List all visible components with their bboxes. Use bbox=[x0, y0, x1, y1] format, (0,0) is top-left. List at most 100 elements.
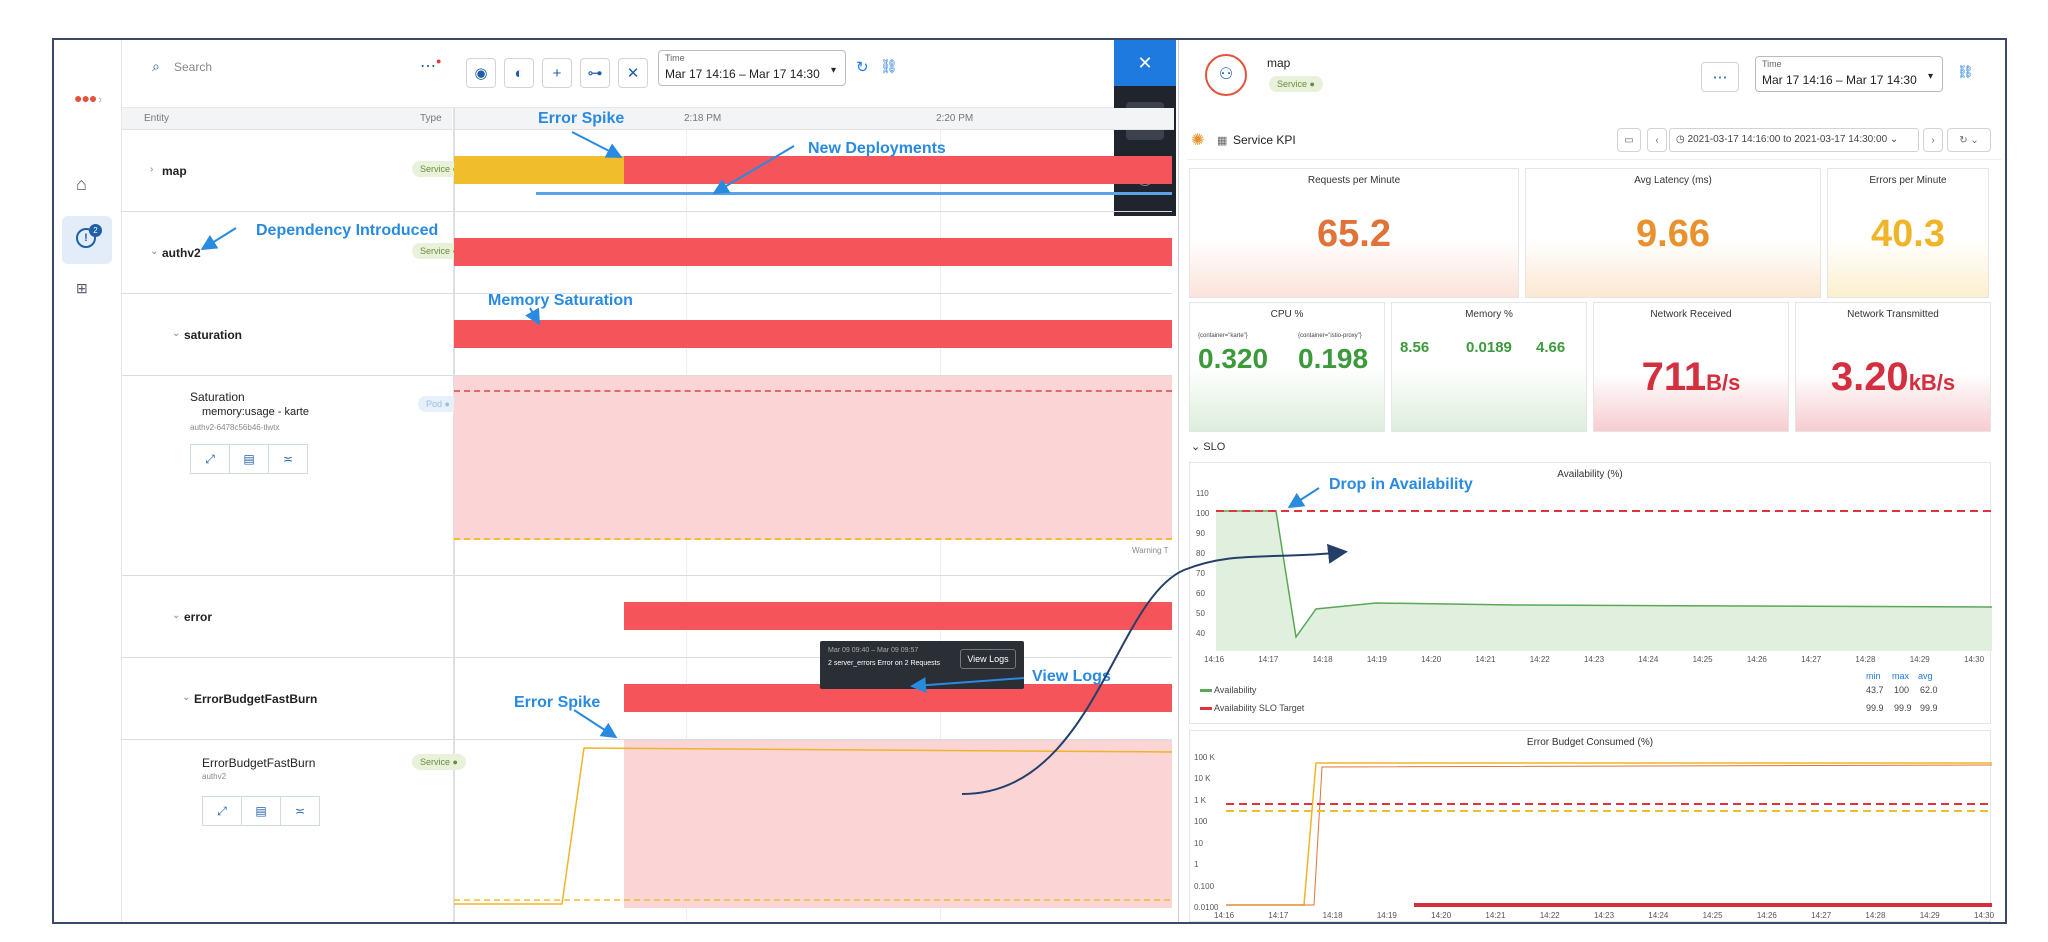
link-icon[interactable]: ⛓ bbox=[1957, 64, 1974, 80]
col-entity: Entity bbox=[144, 113, 170, 124]
panel-time-picker[interactable]: Time Mar 17 14:16 – Mar 17 14:30 ▾ bbox=[1755, 56, 1943, 92]
filter-icon[interactable]: ≍ bbox=[281, 797, 319, 825]
more-options-button[interactable]: ⋯ bbox=[1701, 62, 1739, 92]
axis-tick: 0.100 bbox=[1194, 881, 1215, 891]
dashboard-header: ✺ ▦ Service KPI ▭ ‹ ◷ 2021-03-17 14:16:0… bbox=[1187, 124, 2002, 160]
legend-item-slo-target[interactable]: Availability SLO Target 99.9 99.9 99.9 bbox=[1200, 703, 1980, 713]
deployment-line bbox=[536, 192, 1172, 195]
refresh-icon[interactable]: ↻ bbox=[856, 58, 869, 76]
axis-tick: 14:21 bbox=[1475, 655, 1496, 664]
status-bar-error[interactable] bbox=[454, 320, 1172, 348]
chevron-right-icon: › bbox=[1931, 134, 1935, 146]
add-button[interactable]: + bbox=[542, 58, 572, 88]
left-rail: ●●● › ⌂ ! 2 ⊞ bbox=[54, 40, 122, 922]
axis-tick: 14:27 bbox=[1801, 655, 1822, 664]
search-input[interactable]: Search bbox=[174, 60, 212, 74]
logo-icon[interactable]: ●●● › bbox=[74, 90, 102, 106]
logs-icon[interactable]: ▤ bbox=[242, 797, 281, 825]
stat-value: 4.66 bbox=[1536, 339, 1566, 356]
logs-icon[interactable]: ▤ bbox=[230, 445, 269, 473]
chevron-down-icon[interactable]: ⌄ bbox=[172, 610, 180, 621]
status-bar-error[interactable] bbox=[624, 156, 1172, 184]
annotation-new-deployments: New Deployments bbox=[808, 140, 946, 157]
entity-name: authv2 bbox=[162, 246, 201, 260]
table-row-map[interactable]: › map Service ● bbox=[122, 130, 1172, 212]
entity-name: saturation bbox=[184, 328, 243, 342]
contrast-button[interactable]: ◐ bbox=[504, 58, 534, 88]
filter-icon[interactable]: ≍ bbox=[269, 445, 307, 473]
detail-actions: ⤢ ▤ ≍ bbox=[202, 796, 320, 826]
search-icon: ⌕ bbox=[152, 58, 160, 74]
axis-tick: 14:25 bbox=[1702, 911, 1723, 920]
app-window: ●●● › ⌂ ! 2 ⊞ ⌕ Search ⋯● ◉ ◐ + ⊶ ✕ Time… bbox=[52, 38, 2007, 924]
annotation-view-logs: View Logs bbox=[1032, 668, 1111, 685]
expand-icon[interactable]: ⤢ bbox=[203, 797, 242, 825]
time-picker[interactable]: Time Mar 17 14:16 – Mar 17 14:30 ▾ bbox=[658, 50, 846, 86]
next-range-button[interactable]: › bbox=[1923, 128, 1943, 152]
alerts-nav-item[interactable]: ! 2 bbox=[62, 216, 112, 264]
axis-tick: 14:26 bbox=[1746, 655, 1767, 664]
error-budget-chart[interactable]: Error Budget Consumed (%) 100 K 10 K1 K 10… bbox=[1189, 730, 1994, 922]
stat-unit: B/s bbox=[1706, 370, 1741, 395]
legend-swatch bbox=[1200, 689, 1212, 693]
stat-card-net-tx[interactable]: Network Transmitted 3.20kB/s bbox=[1795, 302, 1991, 432]
table-row-saturation[interactable]: ⌄ saturation bbox=[122, 294, 1172, 376]
stat-card-memory[interactable]: Memory % 8.56 0.0189 4.66 bbox=[1391, 302, 1587, 432]
stat-card-epm[interactable]: Errors per Minute 40.3 bbox=[1827, 168, 1989, 298]
prev-range-button[interactable]: ‹ bbox=[1647, 128, 1667, 152]
axis-tick: 100 bbox=[1194, 817, 1208, 827]
legend-min: 43.7 bbox=[1866, 685, 1884, 695]
chevron-down-icon[interactable]: ⌄ bbox=[182, 692, 190, 703]
expand-icon[interactable]: ⤢ bbox=[191, 445, 230, 473]
axis-tick: 14:23 bbox=[1584, 655, 1605, 664]
panel-entity-name: map bbox=[1267, 56, 1291, 70]
tv-mode-button[interactable]: ▭ bbox=[1617, 128, 1641, 152]
home-icon[interactable]: ⌂ bbox=[76, 174, 87, 195]
chevron-down-icon[interactable]: ⌄ bbox=[150, 246, 158, 257]
chevron-right-icon[interactable]: › bbox=[150, 164, 153, 175]
legend-item-availability[interactable]: Availability 43.7 100 62.0 bbox=[1200, 685, 1980, 695]
status-bar-error[interactable] bbox=[624, 602, 1172, 630]
axis-tick: 80 bbox=[1196, 549, 1205, 558]
stat-value: 3.20 bbox=[1830, 355, 1909, 399]
availability-chart[interactable]: Availability (%) 110 100 90 80 70 60 50 40 14:1… bbox=[1189, 462, 1992, 724]
stat-title: Network Received bbox=[1650, 309, 1732, 320]
dashboard-grid-icon: ▦ bbox=[1217, 135, 1228, 147]
stat-title: Errors per Minute bbox=[1869, 175, 1947, 186]
hierarchy-button[interactable]: ⊶ bbox=[580, 58, 610, 88]
chevron-down-icon[interactable]: ⌄ bbox=[172, 328, 180, 339]
axis-tick: 90 bbox=[1196, 529, 1205, 538]
detail-title: ErrorBudgetFastBurn bbox=[202, 756, 316, 770]
legend-name: Availability SLO Target bbox=[1214, 703, 1305, 713]
topology-icon[interactable]: ⊞ bbox=[76, 280, 88, 297]
legend-header: min bbox=[1866, 671, 1881, 681]
axis-tick: 14:18 bbox=[1322, 911, 1343, 920]
stat-card-rpm[interactable]: Requests per Minute 65.2 bbox=[1189, 168, 1519, 298]
stat-title: CPU % bbox=[1270, 309, 1304, 320]
dashboard-range-picker[interactable]: ◷ 2021-03-17 14:16:00 to 2021-03-17 14:3… bbox=[1669, 128, 1919, 152]
stat-title: Network Transmitted bbox=[1847, 309, 1939, 320]
axis-tick: 14:29 bbox=[1909, 655, 1930, 664]
detail-title: Saturation bbox=[190, 390, 245, 404]
status-bar-warning[interactable] bbox=[454, 156, 624, 184]
view-button[interactable]: ◉ bbox=[466, 58, 496, 88]
time-tick: 2:20 PM bbox=[936, 113, 974, 124]
link-icon[interactable]: ⛓ bbox=[880, 58, 898, 75]
status-bar-error[interactable] bbox=[454, 238, 1172, 266]
slo-section-toggle[interactable]: ⌄ SLO bbox=[1191, 440, 1225, 453]
view-logs-button[interactable]: View Logs bbox=[960, 649, 1016, 669]
more-options-icon[interactable]: ⋯● bbox=[420, 56, 441, 76]
annotation-memory-saturation: Memory Saturation bbox=[488, 292, 633, 309]
stat-card-latency[interactable]: Avg Latency (ms) 9.66 bbox=[1525, 168, 1821, 298]
warning-line bbox=[454, 538, 1172, 540]
close-filter-button[interactable]: ✕ bbox=[618, 58, 648, 88]
stat-card-net-rx[interactable]: Network Received 711B/s bbox=[1593, 302, 1789, 432]
close-panel-button[interactable]: ✕ bbox=[1114, 40, 1176, 86]
axis-tick: 14:28 bbox=[1865, 911, 1886, 920]
chart-title: Error Budget Consumed (%) bbox=[1526, 737, 1654, 748]
metric-name: memory:usage - karte bbox=[202, 406, 309, 418]
stat-card-cpu[interactable]: CPU % {container="karte"} {container="is… bbox=[1189, 302, 1385, 432]
metric-chart-area[interactable] bbox=[454, 376, 1172, 540]
tooltip-text: 2 server_errors Error on 2 Requests bbox=[828, 660, 941, 667]
refresh-dashboard-button[interactable]: ↻ ⌄ bbox=[1947, 128, 1991, 152]
